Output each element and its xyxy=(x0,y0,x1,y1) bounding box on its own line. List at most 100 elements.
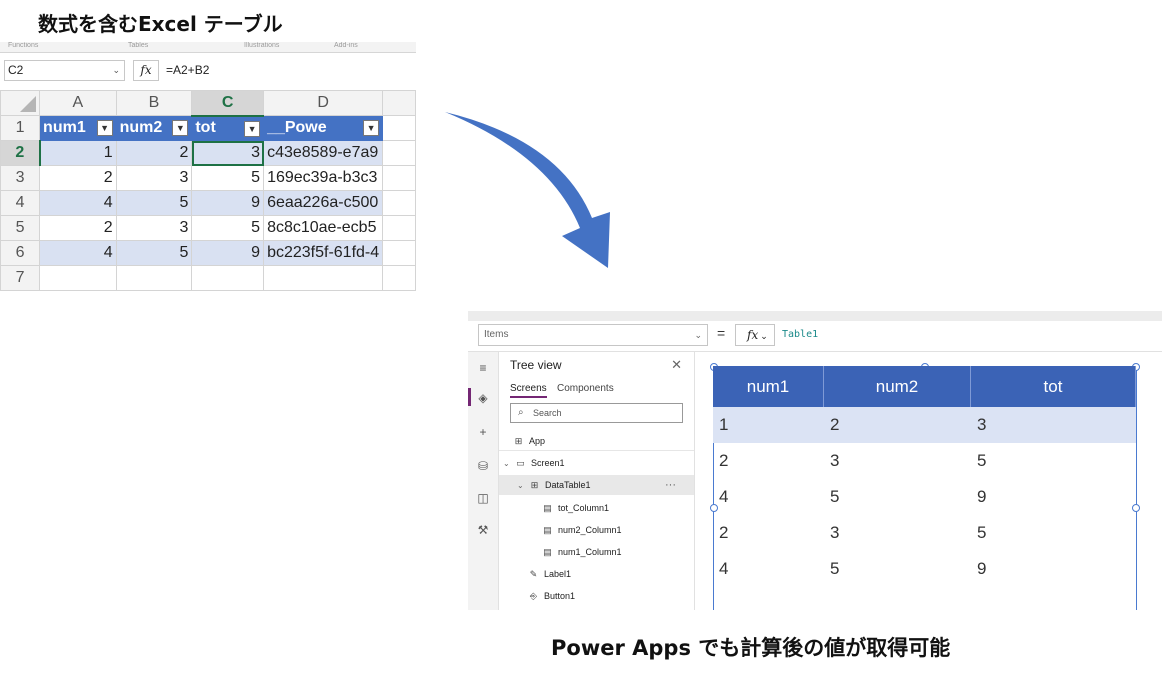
cell[interactable]: c43e8589-e7a9 xyxy=(263,140,384,166)
tree-node-label: num1_Column1 xyxy=(558,547,622,557)
cell[interactable] xyxy=(39,265,117,291)
chevron-down-icon[interactable]: ⌄ xyxy=(517,476,527,496)
column-icon: ▤ xyxy=(543,525,552,535)
cell[interactable]: 6eaa226a-c500 xyxy=(263,190,384,216)
table-icon: ⊞ xyxy=(530,480,539,490)
column-header-c[interactable]: C xyxy=(191,90,265,117)
cell[interactable]: 9 xyxy=(191,240,265,266)
chevron-down-icon[interactable]: ⌄ xyxy=(503,454,513,474)
tree-node-label: tot_Column1 xyxy=(558,503,610,513)
table-row[interactable]: 4 5 9 xyxy=(713,479,1136,515)
cell[interactable]: 4 xyxy=(39,240,117,266)
chevron-down-icon[interactable]: ⌄ xyxy=(112,61,120,80)
tree-node-column[interactable]: ▤ tot_Column1 xyxy=(542,498,609,518)
cell[interactable]: 2 xyxy=(115,140,193,166)
row-header[interactable]: 1 xyxy=(0,115,41,141)
table-row[interactable]: 2 3 5 xyxy=(713,443,1136,479)
row-header[interactable]: 7 xyxy=(0,265,41,291)
cell[interactable] xyxy=(115,265,193,291)
cell[interactable]: 1 xyxy=(39,140,117,166)
table-row[interactable]: 1 2 3 xyxy=(713,407,1136,443)
fx-button[interactable]: fx ⌄ xyxy=(735,324,775,346)
cell[interactable] xyxy=(263,265,384,291)
column-header-e[interactable] xyxy=(382,90,416,116)
tree-node-datatable[interactable]: ⌄ ⊞ DataTable1 ··· xyxy=(499,475,694,495)
cell[interactable] xyxy=(382,265,416,291)
tools-icon[interactable]: ⚒ xyxy=(475,522,491,538)
tree-node-button1[interactable]: ⎆ Button1 xyxy=(528,586,575,606)
cell[interactable] xyxy=(382,215,416,241)
row-header[interactable]: 5 xyxy=(0,215,41,241)
cell[interactable]: 2 xyxy=(39,165,117,191)
tab-screens[interactable]: Screens xyxy=(510,383,547,398)
layers-icon[interactable]: ◈ xyxy=(475,390,491,406)
cell[interactable] xyxy=(382,140,416,166)
cell[interactable] xyxy=(382,190,416,216)
cell[interactable]: 3 xyxy=(115,215,193,241)
column-header-a[interactable]: A xyxy=(39,90,117,116)
cell[interactable]: 5 xyxy=(191,165,265,191)
tab-components[interactable]: Components xyxy=(557,383,614,394)
table-row[interactable]: 4 5 9 xyxy=(713,551,1136,587)
row-header[interactable]: 3 xyxy=(0,165,41,191)
hamburger-icon[interactable]: ≡ xyxy=(475,360,491,376)
data-table[interactable]: num1 num2 tot 1 2 3 2 3 5 4 5 9 2 3 5 4 … xyxy=(713,366,1136,587)
name-box[interactable]: C2 ⌄ xyxy=(4,60,125,81)
table-header-cell[interactable]: num2 ▼ xyxy=(115,115,193,141)
cell[interactable]: 5 xyxy=(115,190,193,216)
more-options-icon[interactable]: ··· xyxy=(665,475,676,495)
cell[interactable]: bc223f5f-61fd-4 xyxy=(263,240,384,266)
formula-input[interactable]: Table1 xyxy=(782,329,818,340)
cell[interactable] xyxy=(191,265,265,291)
cell[interactable]: 169ec39a-b3c3 xyxy=(263,165,384,191)
cell[interactable]: 9 xyxy=(191,190,265,216)
filter-dropdown-icon[interactable]: ▼ xyxy=(96,120,113,136)
select-all-corner[interactable] xyxy=(0,90,41,116)
row-header[interactable]: 2 xyxy=(0,140,41,166)
table-row[interactable]: 2 3 5 xyxy=(713,515,1136,551)
column-header[interactable]: num2 xyxy=(824,366,971,407)
table-header-cell[interactable]: num1 ▼ xyxy=(39,115,117,141)
selected-cell[interactable]: 3 xyxy=(191,140,265,166)
column-header-b[interactable]: B xyxy=(115,90,193,116)
cell[interactable]: 3 xyxy=(115,165,193,191)
cell[interactable] xyxy=(382,165,416,191)
cell[interactable] xyxy=(382,115,416,141)
tree-node-label1[interactable]: ✎ Label1 xyxy=(528,564,571,584)
plus-icon[interactable]: + xyxy=(475,424,491,440)
tree-node-column[interactable]: ▤ num1_Column1 xyxy=(542,542,622,562)
column-header[interactable]: num1 xyxy=(713,366,824,407)
table-header-cell[interactable]: tot ▼ xyxy=(191,115,265,141)
power-apps-studio: Items ⌄ = fx ⌄ Table1 ≡ ◈ + ⛁ ◫ ⚒ Tree vi… xyxy=(468,311,1162,610)
tree-node-screen[interactable]: ⌄ ▭ Screen1 xyxy=(503,453,565,473)
row-header[interactable]: 4 xyxy=(0,190,41,216)
cell[interactable]: 5 xyxy=(115,240,193,266)
cell[interactable]: 2 xyxy=(39,215,117,241)
equals-sign: = xyxy=(717,325,726,341)
insert-function-button[interactable]: fx xyxy=(133,60,159,81)
filter-dropdown-icon[interactable]: ▼ xyxy=(244,120,261,137)
table-cell: 5 xyxy=(977,451,987,470)
close-icon[interactable]: ✕ xyxy=(671,357,682,373)
database-icon[interactable]: ⛁ xyxy=(475,458,491,474)
table-cell: 2 xyxy=(719,451,729,470)
table-header-cell[interactable]: __Powe ▼ xyxy=(263,115,384,141)
cell[interactable]: 5 xyxy=(191,215,265,241)
column-header-d[interactable]: D xyxy=(263,90,384,116)
table-cell: 4 xyxy=(719,487,729,506)
tree-search-input[interactable]: ⌕ Search xyxy=(510,403,683,423)
property-dropdown[interactable]: Items ⌄ xyxy=(478,324,708,346)
filter-dropdown-icon[interactable]: ▼ xyxy=(363,120,380,136)
row-header[interactable]: 6 xyxy=(0,240,41,266)
media-icon[interactable]: ◫ xyxy=(475,490,491,506)
formula-input[interactable]: =A2+B2 xyxy=(166,60,209,81)
tree-node-app[interactable]: ⊞ App xyxy=(513,431,545,451)
filter-dropdown-icon[interactable]: ▼ xyxy=(172,120,189,136)
column-header[interactable]: tot xyxy=(971,366,1136,407)
tree-node-label: DataTable1 xyxy=(545,480,591,490)
table-header-label: num2 xyxy=(119,119,163,136)
cell[interactable] xyxy=(382,240,416,266)
cell[interactable]: 8c8c10ae-ecb5 xyxy=(263,215,384,241)
tree-node-column[interactable]: ▤ num2_Column1 xyxy=(542,520,621,540)
cell[interactable]: 4 xyxy=(39,190,117,216)
